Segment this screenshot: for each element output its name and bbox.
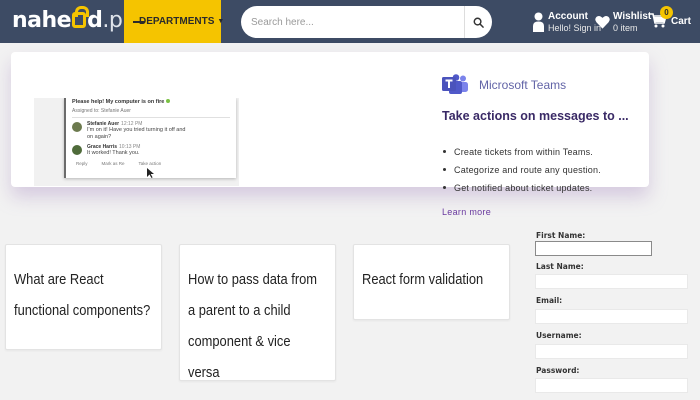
search-input[interactable]	[251, 16, 461, 28]
account-title: Account	[548, 10, 588, 22]
article-card[interactable]: How to pass data from a parent to a chil…	[179, 244, 336, 381]
take-action: Take action	[138, 161, 162, 166]
top-header: nahed.pk DEPARTMENTS ▼ Account Hello! Si…	[0, 0, 700, 43]
teams-thread: Please help! My computer is on fire Assi…	[64, 98, 236, 178]
avatar	[72, 145, 82, 155]
article-card[interactable]: What are React functional components?	[5, 244, 162, 350]
password-label: Password:	[536, 366, 580, 375]
article-title[interactable]: React form validation	[362, 264, 500, 295]
username-field[interactable]	[535, 344, 688, 359]
article-title[interactable]: What are React functional components?	[14, 264, 152, 326]
promo-bullet: Categorize and route any question.	[442, 165, 601, 175]
last-name-label: Last Name:	[536, 262, 584, 271]
message-text: It worked! Thank you.	[87, 150, 140, 156]
mark-action: Mark as Re	[101, 161, 125, 166]
thread-assigned: Assigned to: Stefanie Auer	[72, 108, 230, 118]
thread-message: Grace Harris 10:13 PM It worked! Thank yo…	[72, 144, 230, 157]
teams-brand-name: Microsoft Teams	[479, 78, 567, 92]
cursor-icon	[147, 168, 154, 178]
logo-text: nahe	[12, 8, 72, 33]
wishlist-link[interactable]: Wishlist 0 item	[595, 8, 651, 36]
promo-bullet: Get notified about ticket updates.	[442, 183, 601, 193]
article-title[interactable]: How to pass data from a parent to a chil…	[188, 264, 326, 388]
email-label: Email:	[536, 296, 563, 305]
password-field[interactable]	[535, 378, 688, 393]
thread-message: Stefanie Auer 12:12 PM I'm on it! Have yo…	[72, 121, 230, 141]
thread-question: Please help! My computer is on fire	[72, 99, 230, 105]
message-text: I'm on it! Have you tried turning it off…	[87, 127, 186, 140]
first-name-field[interactable]	[535, 241, 652, 256]
promo-bullet: Create tickets from within Teams.	[442, 147, 601, 157]
site-logo[interactable]: nahe d.pk	[12, 6, 135, 36]
account-link[interactable]: Account Hello! Sign in	[533, 8, 601, 36]
lock-icon	[72, 6, 90, 28]
last-name-field[interactable]	[535, 274, 688, 289]
thread-actions: Reply Mark as Re Take action	[76, 161, 230, 166]
status-dot-icon	[165, 99, 170, 103]
search-bar	[241, 6, 492, 38]
logo-text-rest: d	[87, 8, 103, 33]
avatar	[72, 122, 82, 132]
article-card[interactable]: React form validation	[353, 244, 510, 320]
departments-label: DEPARTMENTS	[139, 16, 215, 27]
learn-more-link[interactable]: Learn more	[442, 207, 491, 217]
cart-badge: 0	[660, 5, 673, 19]
reply-action: Reply	[76, 161, 88, 166]
wishlist-count: 0 item	[613, 22, 638, 33]
user-icon	[533, 12, 544, 32]
caret-down-icon: ▼	[217, 18, 225, 25]
departments-button[interactable]: DEPARTMENTS ▼	[124, 0, 225, 43]
account-subtitle: Hello! Sign in	[548, 22, 602, 33]
promo-bullets: Create tickets from within Teams. Catego…	[442, 147, 601, 201]
wishlist-title: Wishlist	[613, 10, 652, 22]
search-button[interactable]	[464, 6, 492, 38]
cart-title: Cart	[671, 16, 692, 27]
promo-title: Take actions on messages to ...	[442, 109, 629, 123]
thread-question-text: Please help! My computer is on fire	[72, 99, 165, 105]
teams-logo-icon	[442, 74, 468, 94]
cart-link[interactable]: 0 Cart	[650, 5, 692, 36]
teams-screenshot: Please help! My computer is on fire Assi…	[34, 98, 239, 186]
search-icon	[473, 17, 484, 28]
username-label: Username:	[536, 331, 582, 340]
first-name-label: First Name:	[536, 231, 586, 240]
email-field[interactable]	[535, 309, 688, 324]
heart-icon	[595, 15, 610, 29]
